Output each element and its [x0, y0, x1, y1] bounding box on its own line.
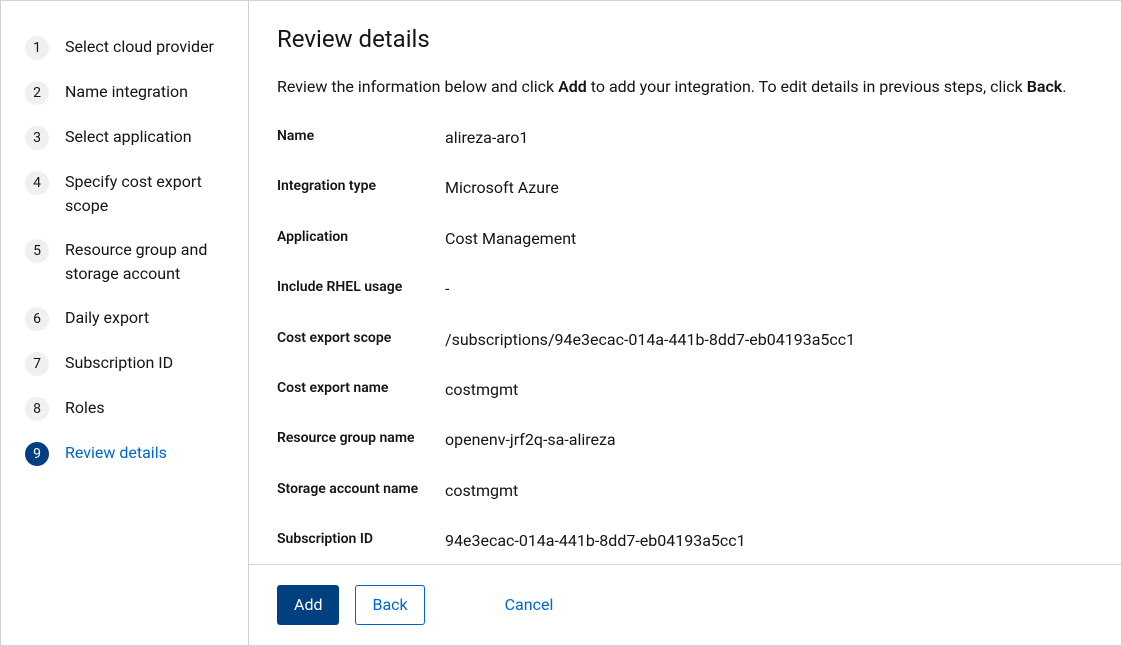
detail-value-storage-account: costmgmt — [445, 480, 1093, 502]
detail-label-storage-account: Storage account name — [277, 480, 437, 500]
step-label: Select application — [65, 125, 192, 149]
step-number: 9 — [25, 442, 49, 466]
step-number: 4 — [25, 171, 49, 195]
cancel-button[interactable]: Cancel — [489, 586, 570, 624]
desc-text: . — [1062, 77, 1066, 96]
detail-value-integration-type: Microsoft Azure — [445, 177, 1093, 199]
step-number: 7 — [25, 352, 49, 376]
step-label: Review details — [65, 441, 167, 465]
wizard-sidebar: 1 Select cloud provider 2 Name integrati… — [1, 1, 249, 645]
back-button[interactable]: Back — [355, 585, 424, 625]
step-roles[interactable]: 8 Roles — [1, 386, 248, 431]
step-number: 5 — [25, 239, 49, 263]
step-subscription-id[interactable]: 7 Subscription ID — [1, 341, 248, 386]
detail-value-resource-group: openenv-jrf2q-sa-alireza — [445, 429, 1093, 451]
step-label: Select cloud provider — [65, 35, 214, 59]
desc-bold-back: Back — [1027, 77, 1063, 96]
detail-label-subscription-id: Subscription ID — [277, 530, 437, 550]
desc-bold-add: Add — [558, 77, 587, 96]
detail-value-include-rhel: - — [445, 278, 1093, 300]
detail-value-cost-export-name: costmgmt — [445, 379, 1093, 401]
step-number: 2 — [25, 81, 49, 105]
step-review-details[interactable]: 9 Review details — [1, 431, 248, 476]
detail-label-application: Application — [277, 228, 437, 248]
detail-label-resource-group: Resource group name — [277, 429, 437, 449]
main-content: Review details Review the information be… — [249, 1, 1121, 645]
wizard-container: 1 Select cloud provider 2 Name integrati… — [0, 0, 1122, 646]
step-select-cloud-provider[interactable]: 1 Select cloud provider — [1, 25, 248, 70]
content-body: Review details Review the information be… — [249, 1, 1121, 564]
step-label: Subscription ID — [65, 351, 173, 375]
step-number: 8 — [25, 397, 49, 421]
step-select-application[interactable]: 3 Select application — [1, 115, 248, 160]
desc-text: to add your integration. To edit details… — [587, 77, 1027, 96]
step-label: Resource group and storage account — [65, 238, 224, 286]
step-daily-export[interactable]: 6 Daily export — [1, 296, 248, 341]
step-specify-cost-export-scope[interactable]: 4 Specify cost export scope — [1, 160, 248, 228]
detail-value-subscription-id: 94e3ecac-014a-441b-8dd7-eb04193a5cc1 — [445, 530, 1093, 552]
add-button[interactable]: Add — [277, 585, 339, 625]
wizard-footer: Add Back Cancel — [249, 564, 1121, 645]
page-description: Review the information below and click A… — [277, 75, 1093, 99]
detail-label-cost-export-scope: Cost export scope — [277, 329, 437, 349]
step-number: 1 — [25, 36, 49, 60]
details-list: Name alireza-aro1 Integration type Micro… — [277, 127, 1093, 553]
detail-value-cost-export-scope: /subscriptions/94e3ecac-014a-441b-8dd7-e… — [445, 329, 1093, 351]
detail-label-integration-type: Integration type — [277, 177, 437, 197]
step-label: Name integration — [65, 80, 188, 104]
detail-label-include-rhel: Include RHEL usage — [277, 278, 437, 298]
step-name-integration[interactable]: 2 Name integration — [1, 70, 248, 115]
detail-value-application: Cost Management — [445, 228, 1093, 250]
detail-label-cost-export-name: Cost export name — [277, 379, 437, 399]
step-resource-group-storage[interactable]: 5 Resource group and storage account — [1, 228, 248, 296]
step-label: Roles — [65, 396, 105, 420]
step-number: 3 — [25, 126, 49, 150]
detail-label-name: Name — [277, 127, 437, 147]
page-title: Review details — [277, 25, 1093, 53]
step-number: 6 — [25, 307, 49, 331]
step-label: Specify cost export scope — [65, 170, 224, 218]
detail-value-name: alireza-aro1 — [445, 127, 1093, 149]
desc-text: Review the information below and click — [277, 77, 558, 96]
step-label: Daily export — [65, 306, 149, 330]
